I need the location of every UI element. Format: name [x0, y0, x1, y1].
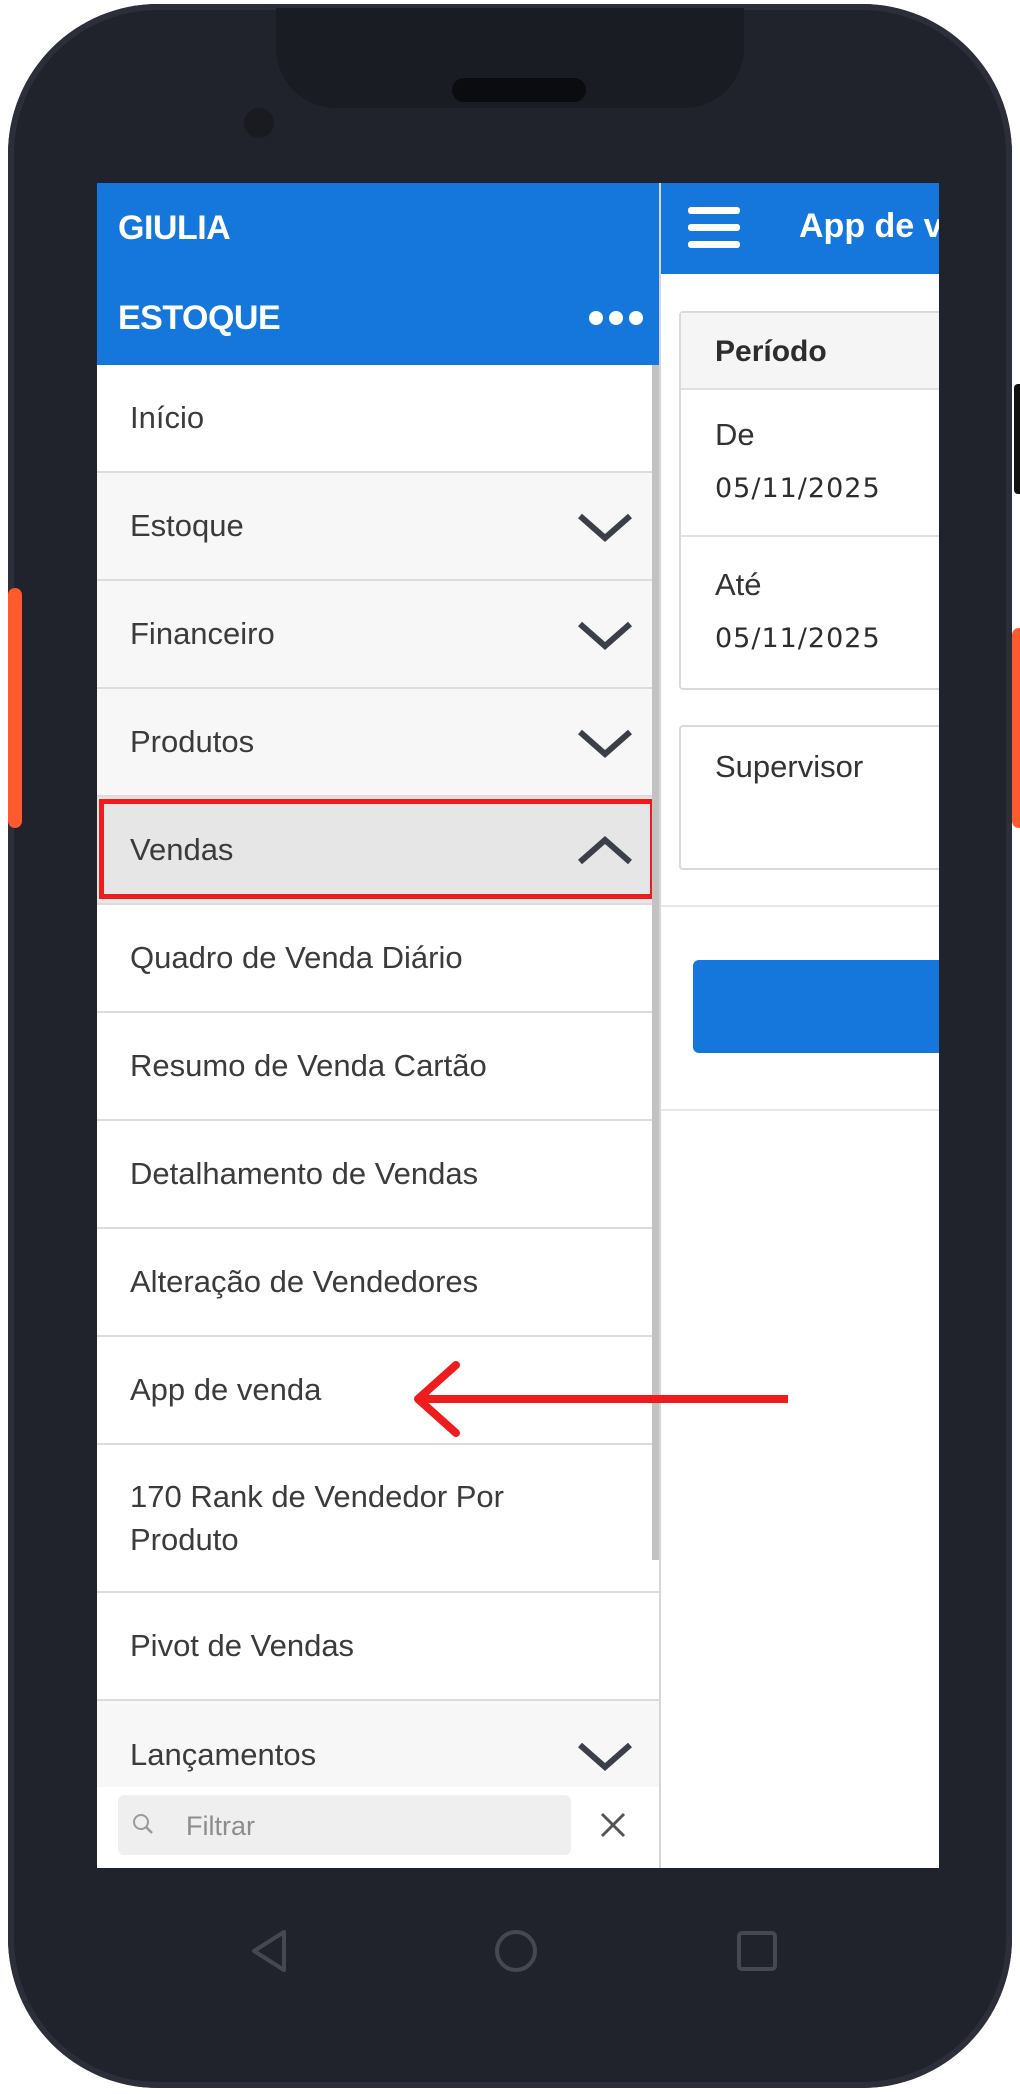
side-key-left[interactable]	[8, 588, 22, 828]
chevron-up-icon	[578, 836, 632, 865]
chevron-down-icon	[578, 513, 632, 542]
supervisor-label: Supervisor	[715, 749, 864, 784]
side-key-right[interactable]	[1012, 628, 1020, 828]
menu-item-financeiro[interactable]: Financeiro	[97, 581, 659, 689]
menu-item-label: Início	[130, 400, 205, 435]
earpiece-speaker	[452, 78, 586, 102]
menu-item-resumo-venda-cartao[interactable]: Resumo de Venda Cartão	[97, 1013, 659, 1121]
menu-item-label: Estoque	[130, 508, 244, 543]
menu-item-quadro-venda-diario[interactable]: Quadro de Venda Diário	[97, 905, 659, 1013]
more-options-icon[interactable]	[589, 311, 643, 331]
app-screen: App de venda Período De 05/11/2025 Até 0…	[97, 183, 939, 1868]
menu-item-estoque[interactable]: Estoque	[97, 473, 659, 581]
from-label: De	[715, 417, 755, 452]
chevron-down-icon	[578, 621, 632, 650]
to-date-field[interactable]: 05/11/2025	[715, 623, 881, 654]
menu-item-alteracao-vendedores[interactable]: Alteração de Vendedores	[97, 1229, 659, 1337]
hamburger-menu-icon[interactable]	[688, 207, 740, 249]
front-camera	[244, 108, 274, 138]
menu-item-label: Alteração de Vendedores	[130, 1264, 479, 1299]
back-icon[interactable]	[246, 1928, 292, 1974]
menu-item-label: App de venda	[130, 1372, 322, 1407]
menu-item-label: Resumo de Venda Cartão	[130, 1048, 487, 1083]
filter-box	[118, 1795, 571, 1855]
menu-item-label: Produtos	[130, 724, 255, 759]
primary-action-button[interactable]	[693, 960, 939, 1053]
menu-item-produtos[interactable]: Produtos	[97, 689, 659, 797]
navigation-drawer: GIULIA ESTOQUE Início Estoque Financeiro…	[97, 183, 661, 1868]
menu-item-label: Lançamentos	[130, 1737, 317, 1772]
main-content: App de venda Período De 05/11/2025 Até 0…	[659, 183, 939, 1868]
search-icon	[133, 1814, 153, 1834]
drawer-menu: Início Estoque Financeiro Produtos Venda…	[97, 365, 659, 1809]
menu-item-inicio[interactable]: Início	[97, 365, 659, 473]
device-frame: App de venda Período De 05/11/2025 Até 0…	[8, 4, 1020, 2088]
period-card: Período De 05/11/2025 Até 05/11/2025	[679, 311, 939, 690]
menu-item-label: Detalhamento de Vendas	[130, 1156, 479, 1191]
menu-item-label: Financeiro	[130, 616, 275, 651]
close-icon[interactable]	[599, 1811, 627, 1839]
home-icon[interactable]	[491, 1926, 541, 1976]
menu-item-detalhamento-vendas[interactable]: Detalhamento de Vendas	[97, 1121, 659, 1229]
page-title: App de venda	[799, 207, 939, 245]
to-label: Até	[715, 567, 762, 602]
section-divider	[659, 905, 939, 907]
menu-item-rank-vendedor-produto[interactable]: 170 Rank de Vendedor Por Produto	[97, 1445, 659, 1593]
menu-item-label: 170 Rank de Vendedor Por Produto	[130, 1479, 504, 1557]
supervisor-card[interactable]: Supervisor	[679, 725, 939, 870]
filter-input[interactable]	[184, 1805, 558, 1847]
annotation-arrow-icon	[414, 1361, 788, 1437]
section-divider	[659, 1109, 939, 1111]
power-button[interactable]	[1014, 384, 1020, 494]
recent-apps-icon[interactable]	[735, 1929, 779, 1973]
filter-bar	[97, 1787, 659, 1868]
main-header: App de venda	[659, 183, 939, 274]
field-divider	[681, 535, 939, 537]
period-title: Período	[715, 335, 827, 368]
menu-item-vendas[interactable]: Vendas	[97, 797, 659, 905]
menu-item-pivot-vendas[interactable]: Pivot de Vendas	[97, 1593, 659, 1701]
company-name: ESTOQUE	[118, 299, 281, 337]
chevron-down-icon	[578, 729, 632, 758]
menu-item-label: Vendas	[130, 832, 234, 867]
menu-item-label: Quadro de Venda Diário	[130, 940, 463, 975]
user-name: GIULIA	[118, 209, 231, 247]
drawer-header: GIULIA ESTOQUE	[97, 183, 659, 365]
from-date-field[interactable]: 05/11/2025	[715, 473, 881, 504]
menu-item-label: Pivot de Vendas	[130, 1628, 355, 1663]
chevron-down-icon	[578, 1742, 632, 1771]
